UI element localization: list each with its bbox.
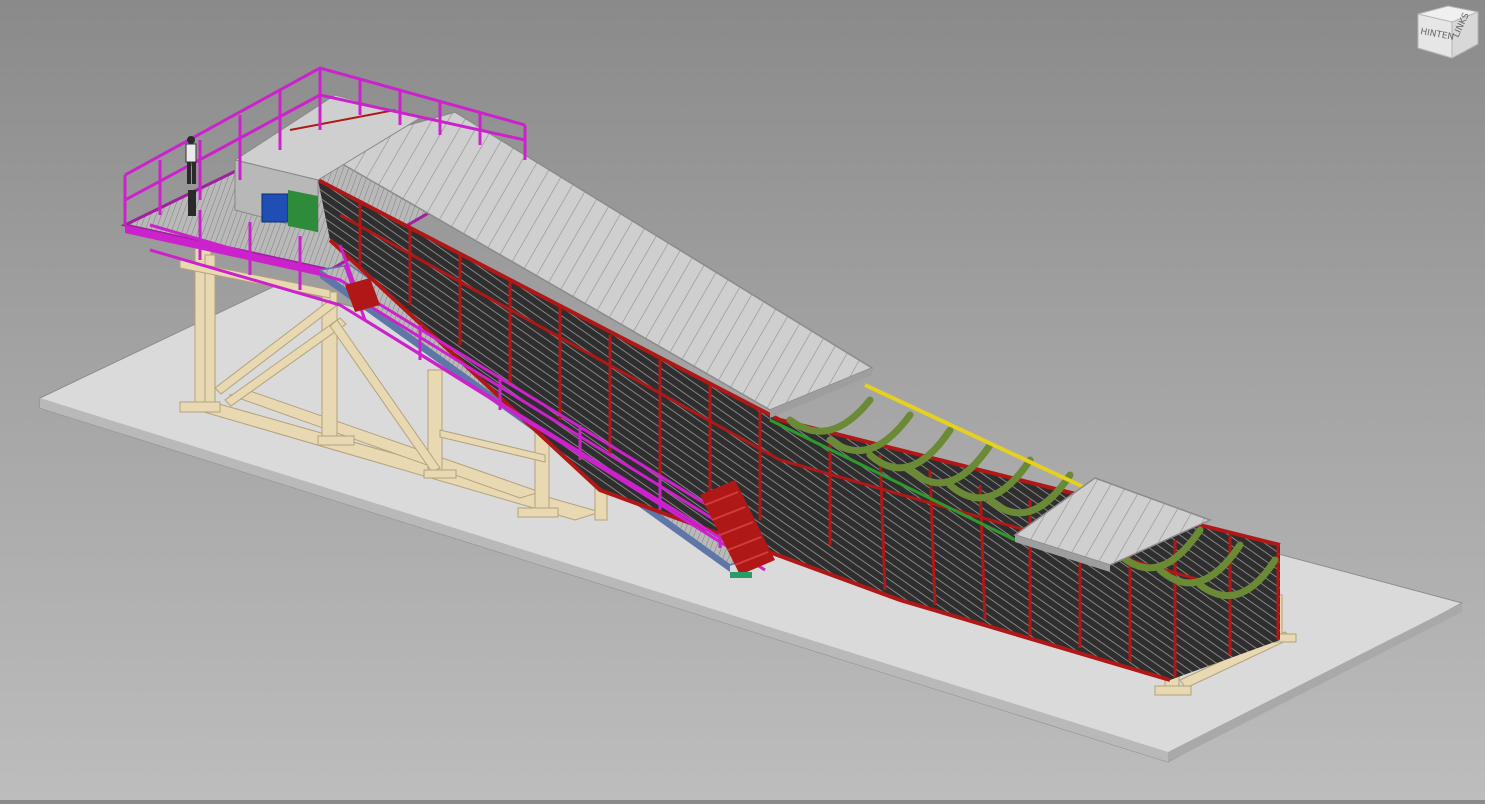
viewcube-icon[interactable]: HINTEN LINKS [1408, 0, 1485, 62]
3d-viewport[interactable] [0, 0, 1485, 800]
